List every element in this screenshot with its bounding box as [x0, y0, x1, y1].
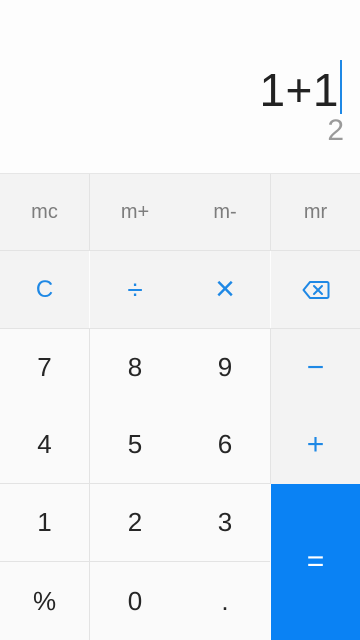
backspace-button[interactable] [271, 251, 360, 328]
digit-9-button[interactable]: 9 [180, 329, 270, 406]
equals-button[interactable]: = [271, 484, 360, 640]
row-divider [0, 561, 270, 562]
mr-button[interactable]: mr [271, 174, 360, 250]
digit-2-button[interactable]: 2 [90, 484, 180, 561]
m-plus-button[interactable]: m+ [90, 174, 180, 250]
multiply-button[interactable]: × [180, 251, 270, 328]
expression-text: 1+1 [259, 64, 339, 116]
digit-8-button[interactable]: 8 [90, 329, 180, 406]
clear-button[interactable]: C [0, 251, 89, 328]
column-divider [270, 329, 271, 484]
backspace-icon [302, 280, 329, 299]
column-divider [270, 174, 271, 250]
digit-3-button[interactable]: 3 [180, 484, 270, 561]
divide-button[interactable]: ÷ [90, 251, 180, 328]
text-cursor [340, 60, 342, 114]
row-divider [0, 250, 360, 251]
percent-button[interactable]: % [0, 562, 89, 640]
expression-display[interactable]: 1+1 [259, 60, 342, 116]
digit-0-button[interactable]: 0 [90, 562, 180, 640]
row-divider [0, 328, 360, 329]
decimal-point-button[interactable]: . [180, 562, 270, 640]
m-minus-button[interactable]: m- [180, 174, 270, 250]
column-divider [89, 174, 90, 250]
row-divider [0, 483, 270, 484]
column-divider [89, 329, 90, 640]
digit-7-button[interactable]: 7 [0, 329, 89, 406]
minus-button[interactable]: − [271, 329, 360, 406]
display-area: 1+1 2 [0, 0, 360, 173]
digit-1-button[interactable]: 1 [0, 484, 89, 561]
digit-6-button[interactable]: 6 [180, 406, 270, 483]
digit-4-button[interactable]: 4 [0, 406, 89, 483]
result-preview: 2 [327, 114, 344, 147]
digit-5-button[interactable]: 5 [90, 406, 180, 483]
plus-button[interactable]: + [271, 406, 360, 484]
mc-button[interactable]: mc [0, 174, 89, 250]
